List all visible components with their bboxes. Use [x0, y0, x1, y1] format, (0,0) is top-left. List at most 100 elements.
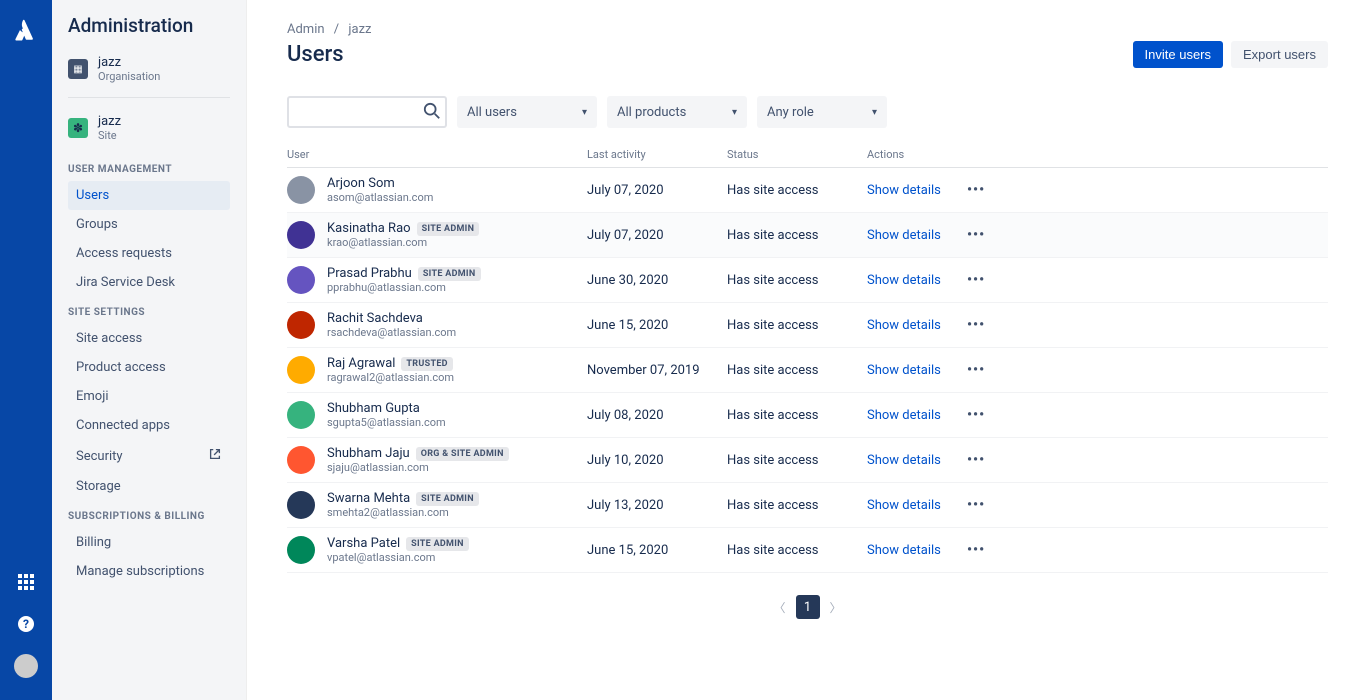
sidebar-item-billing[interactable]: Billing — [68, 528, 230, 557]
atlassian-logo-icon[interactable] — [14, 18, 38, 46]
user-email: sgupta5@atlassian.com — [327, 416, 446, 429]
show-details-link[interactable]: Show details — [867, 408, 967, 423]
sidebar-item-access-requests[interactable]: Access requests — [68, 239, 230, 268]
more-actions-icon[interactable]: ••• — [967, 182, 1007, 198]
user-name: Prasad Prabhu SITE ADMIN — [327, 266, 481, 281]
show-details-link[interactable]: Show details — [867, 273, 967, 288]
pagination: 〈 1 〉 — [287, 595, 1328, 619]
sidebar: Administration ▦ jazz Organisation ✽ jaz… — [52, 0, 247, 700]
export-users-button[interactable]: Export users — [1231, 41, 1328, 68]
more-actions-icon[interactable]: ••• — [967, 272, 1007, 288]
site-selector[interactable]: ✽ jazz Site — [68, 110, 230, 154]
user-avatar — [287, 491, 315, 519]
more-actions-icon[interactable]: ••• — [967, 497, 1007, 513]
role-badge: SITE ADMIN — [417, 222, 480, 236]
table-row: Swarna Mehta SITE ADMIN smehta2@atlassia… — [287, 483, 1328, 528]
global-rail: ? — [0, 0, 52, 700]
col-actions: Actions — [867, 148, 967, 161]
role-badge: SITE ADMIN — [406, 537, 469, 551]
org-sub: Organisation — [98, 70, 160, 83]
last-activity: July 08, 2020 — [587, 408, 727, 423]
user-email: sjaju@atlassian.com — [327, 461, 509, 474]
filter-products-label: All products — [617, 105, 686, 120]
user-avatar — [287, 446, 315, 474]
sidebar-item-users[interactable]: Users — [68, 181, 230, 210]
user-avatar — [287, 536, 315, 564]
last-activity: July 13, 2020 — [587, 498, 727, 513]
main-content: Admin / jazz Users Invite users Export u… — [247, 0, 1368, 700]
filter-role[interactable]: Any role ▾ — [757, 96, 887, 128]
show-details-link[interactable]: Show details — [867, 363, 967, 378]
help-icon[interactable]: ? — [14, 612, 38, 636]
user-avatar — [287, 356, 315, 384]
user-name: Arjoon Som — [327, 176, 433, 191]
more-actions-icon[interactable]: ••• — [967, 407, 1007, 423]
user-email: pprabhu@atlassian.com — [327, 281, 481, 294]
role-badge: SITE ADMIN — [418, 267, 481, 281]
sidebar-item-label: Security — [76, 449, 123, 464]
sidebar-item-site-access[interactable]: Site access — [68, 324, 230, 353]
breadcrumb-admin[interactable]: Admin — [287, 22, 325, 37]
section-billing: SUBSCRIPTIONS & BILLING — [68, 511, 230, 522]
sidebar-item-storage[interactable]: Storage — [68, 472, 230, 501]
table-row: Shubham Gupta sgupta5@atlassian.com July… — [287, 393, 1328, 438]
sidebar-item-groups[interactable]: Groups — [68, 210, 230, 239]
more-actions-icon[interactable]: ••• — [967, 317, 1007, 333]
org-selector[interactable]: ▦ jazz Organisation — [68, 51, 230, 98]
more-actions-icon[interactable]: ••• — [967, 227, 1007, 243]
sidebar-item-jira-service-desk[interactable]: Jira Service Desk — [68, 268, 230, 297]
filter-role-label: Any role — [767, 105, 814, 120]
section-user-management: USER MANAGEMENT — [68, 164, 230, 175]
status: Has site access — [727, 363, 867, 378]
sidebar-item-manage-subscriptions[interactable]: Manage subscriptions — [68, 557, 230, 586]
show-details-link[interactable]: Show details — [867, 498, 967, 513]
more-actions-icon[interactable]: ••• — [967, 452, 1007, 468]
user-avatar — [287, 311, 315, 339]
profile-avatar-icon[interactable] — [14, 654, 38, 678]
last-activity: November 07, 2019 — [587, 363, 727, 378]
page-1[interactable]: 1 — [796, 595, 820, 619]
user-email: krao@atlassian.com — [327, 236, 479, 249]
chevron-down-icon: ▾ — [732, 107, 737, 118]
invite-users-button[interactable]: Invite users — [1133, 41, 1223, 68]
show-details-link[interactable]: Show details — [867, 228, 967, 243]
user-name: Raj Agrawal TRUSTED — [327, 356, 454, 371]
sidebar-item-security[interactable]: Security — [68, 440, 230, 472]
status: Has site access — [727, 543, 867, 558]
filter-products[interactable]: All products ▾ — [607, 96, 747, 128]
app-switcher-icon[interactable] — [14, 570, 38, 594]
more-actions-icon[interactable]: ••• — [967, 542, 1007, 558]
col-user: User — [287, 148, 587, 161]
status: Has site access — [727, 408, 867, 423]
more-actions-icon[interactable]: ••• — [967, 362, 1007, 378]
last-activity: July 07, 2020 — [587, 228, 727, 243]
user-name: Rachit Sachdeva — [327, 311, 456, 326]
last-activity: June 15, 2020 — [587, 543, 727, 558]
col-activity: Last activity — [587, 148, 727, 161]
page-prev-icon[interactable]: 〈 — [773, 599, 785, 616]
filter-users[interactable]: All users ▾ — [457, 96, 597, 128]
search-box — [287, 96, 447, 128]
chevron-down-icon: ▾ — [582, 107, 587, 118]
show-details-link[interactable]: Show details — [867, 453, 967, 468]
last-activity: July 10, 2020 — [587, 453, 727, 468]
section-site-settings: SITE SETTINGS — [68, 307, 230, 318]
table-row: Kasinatha Rao SITE ADMIN krao@atlassian.… — [287, 213, 1328, 258]
show-details-link[interactable]: Show details — [867, 543, 967, 558]
sidebar-item-product-access[interactable]: Product access — [68, 353, 230, 382]
user-name: Kasinatha Rao SITE ADMIN — [327, 221, 479, 236]
page-next-icon[interactable]: 〉 — [830, 599, 842, 616]
page-title: Users — [287, 42, 344, 67]
sidebar-item-connected-apps[interactable]: Connected apps — [68, 411, 230, 440]
search-icon — [423, 102, 441, 124]
role-badge: TRUSTED — [401, 357, 452, 371]
svg-text:?: ? — [23, 617, 29, 631]
show-details-link[interactable]: Show details — [867, 318, 967, 333]
sidebar-item-emoji[interactable]: Emoji — [68, 382, 230, 411]
sidebar-title: Administration — [68, 14, 230, 37]
user-email: smehta2@atlassian.com — [327, 506, 479, 519]
show-details-link[interactable]: Show details — [867, 183, 967, 198]
user-email: asom@atlassian.com — [327, 191, 433, 204]
status: Has site access — [727, 273, 867, 288]
user-email: vpatel@atlassian.com — [327, 551, 469, 564]
